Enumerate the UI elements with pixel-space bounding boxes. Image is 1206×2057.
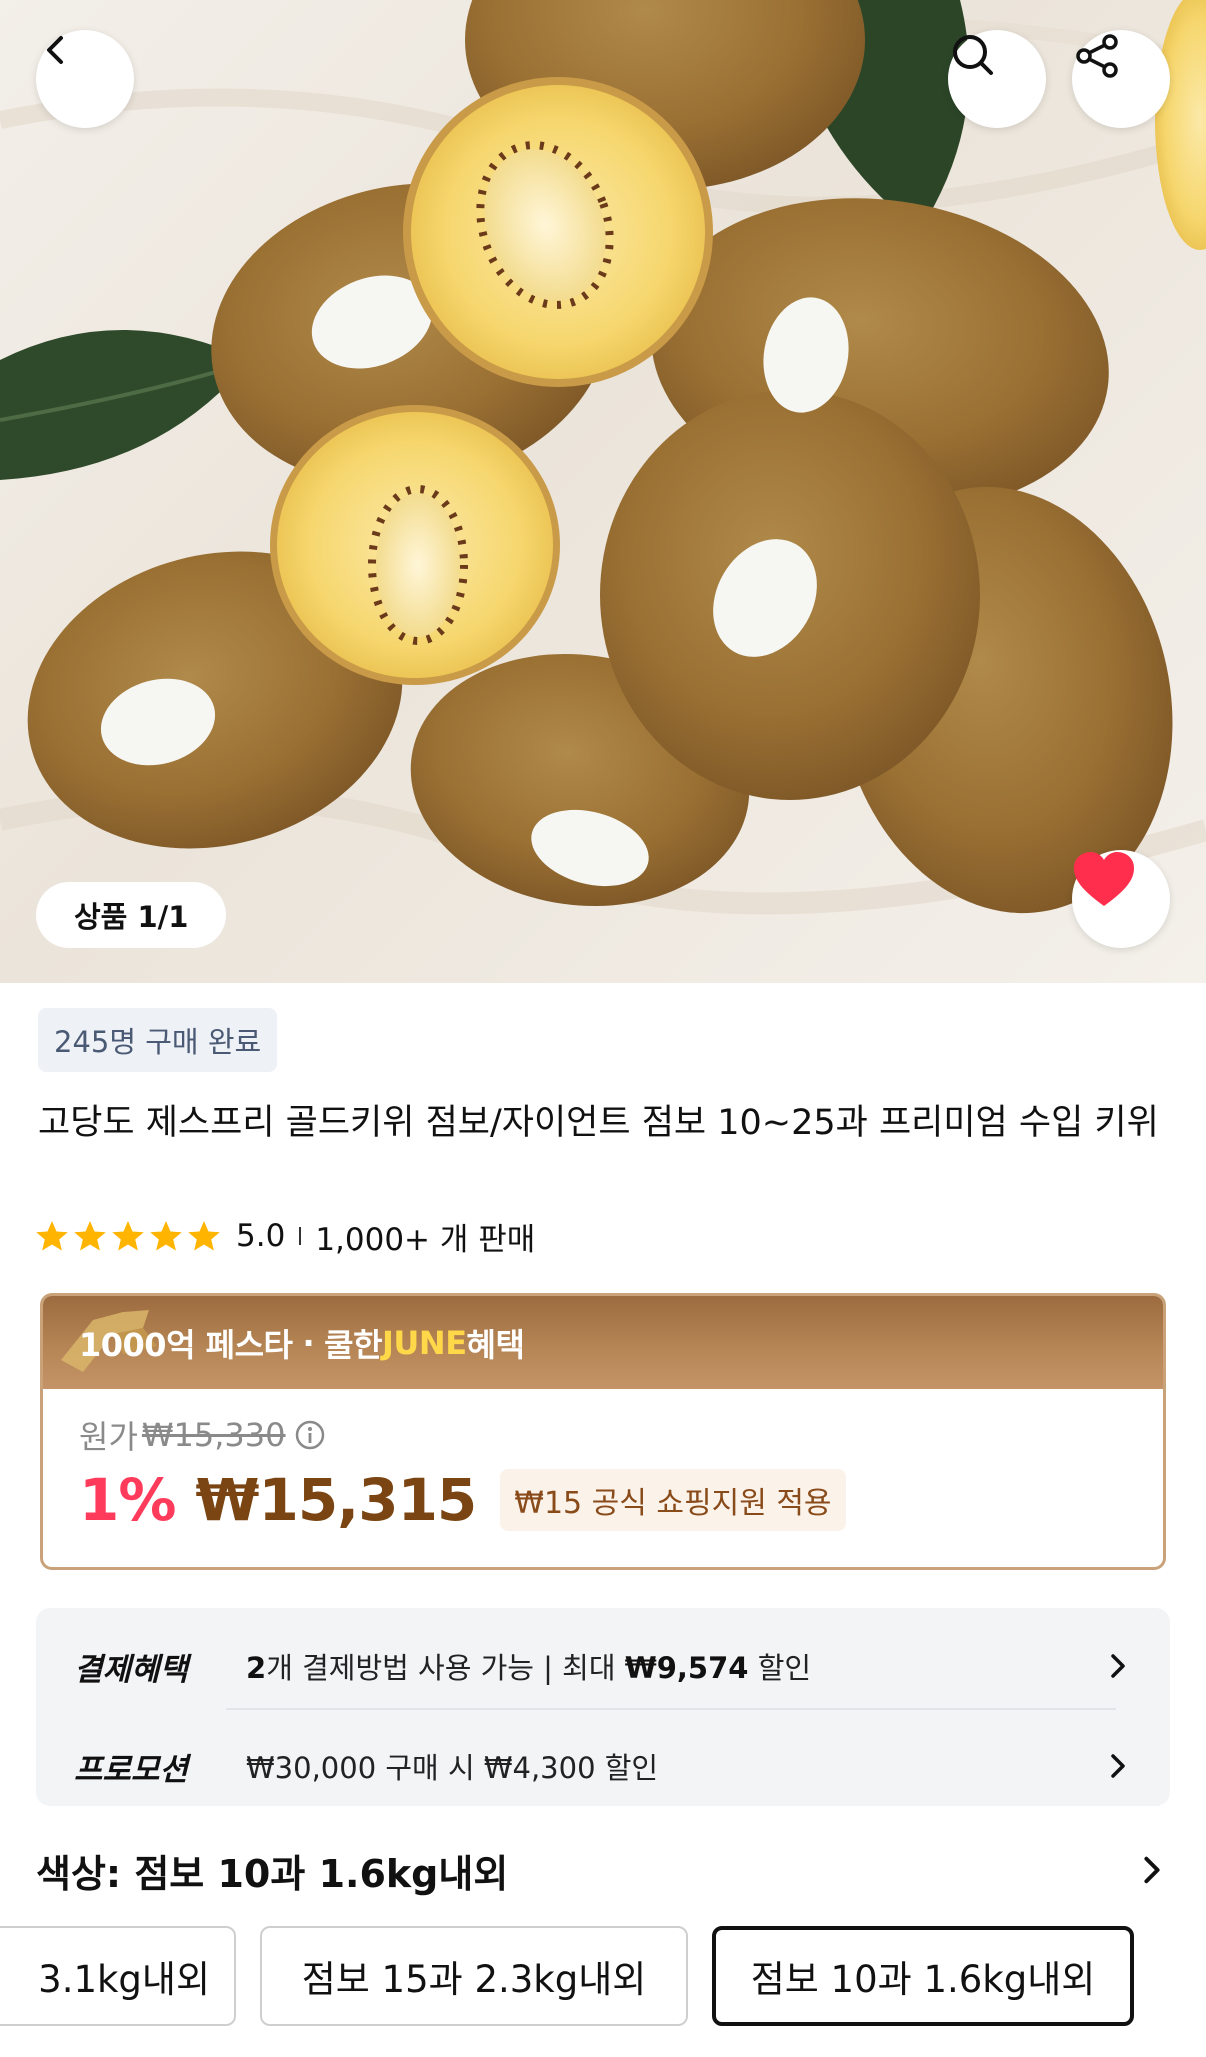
payment-max-discount: ₩9,574 xyxy=(624,1651,749,1685)
final-price-row: 1% ₩15,315 ₩15 공식 쇼핑지원 적용 xyxy=(79,1462,846,1538)
chevron-left-icon xyxy=(47,36,63,64)
rating-divider xyxy=(299,1227,302,1245)
sales-count: 1,000+ 개 판매 xyxy=(315,1221,536,1258)
chevron-right-icon xyxy=(1144,1856,1160,1884)
chevron-right-icon xyxy=(1111,1754,1125,1778)
benefits-card: 결제혜택 2개 결제방법 사용 가능 | 최대 ₩9,574 할인 프로모션 ₩… xyxy=(36,1608,1170,1806)
promo-text: 1000억 페스타 · 쿨한 JUNE 혜택 xyxy=(79,1296,525,1389)
search-button[interactable] xyxy=(948,30,1046,128)
share-icon xyxy=(1076,34,1118,78)
option-selector-header[interactable]: 색상: 점보 10과 1.6kg내외 xyxy=(36,1840,1170,1900)
payment-method-count: 2 xyxy=(246,1651,267,1685)
promotion-text: ₩30,000 구매 시 ₩4,300 할인 xyxy=(246,1751,659,1785)
heart-icon xyxy=(1074,852,1134,906)
price-box: 1000억 페스타 · 쿨한 JUNE 혜택 원가 ₩15,330 1% ₩15… xyxy=(40,1293,1166,1570)
promo-benefit-label: 혜택 xyxy=(466,1325,525,1364)
purchase-count-badge: 245명 구매 완료 xyxy=(38,1008,278,1072)
original-price-label: 원가 xyxy=(79,1418,138,1456)
option-chip[interactable]: 3.1kg내외 xyxy=(0,1926,236,2026)
option-title: 색상: 점보 10과 1.6kg내외 xyxy=(36,1851,509,1896)
promo-separator: · xyxy=(302,1323,315,1362)
original-price: ₩15,330 xyxy=(141,1416,286,1454)
promo-festa-label: 1000억 페스타 xyxy=(79,1325,293,1364)
option-chip[interactable]: 점보 15과 2.3kg내외 xyxy=(260,1926,688,2026)
favorite-button[interactable] xyxy=(1072,850,1170,948)
option-chip-selected[interactable]: 점보 10과 1.6kg내외 xyxy=(712,1926,1134,2026)
benefits-divider xyxy=(226,1708,1116,1710)
product-title: 고당도 제스프리 골드키위 점보/자이언트 점보 10~25과 프리미엄 수입 … xyxy=(38,1103,1159,1143)
share-button[interactable] xyxy=(1072,30,1170,128)
promo-june-label: JUNE xyxy=(382,1323,467,1362)
search-icon xyxy=(953,35,993,75)
image-counter: 상품 1/1 xyxy=(36,882,227,948)
star-icon xyxy=(188,1221,220,1251)
payment-benefit-label: 결제혜택 xyxy=(74,1651,189,1688)
product-image xyxy=(0,0,1206,915)
promo-cool-label: 쿨한 xyxy=(324,1325,383,1364)
payment-benefit-suffix: 할인 xyxy=(757,1651,812,1685)
info-icon[interactable] xyxy=(294,1419,326,1451)
chevron-right-icon xyxy=(1111,1654,1125,1678)
payment-benefit-text: 2개 결제방법 사용 가능 | 최대 ₩9,574 할인 xyxy=(246,1645,1134,1687)
rating-value: 5.0 xyxy=(236,1218,286,1254)
final-price: ₩15,315 xyxy=(195,1466,477,1534)
rating-row[interactable]: 5.0 1,000+ 개 판매 xyxy=(34,1215,536,1258)
promotion-label: 프로모션 xyxy=(74,1751,189,1788)
promotion-row[interactable]: 프로모션 ₩30,000 구매 시 ₩4,300 할인 xyxy=(74,1726,1134,1806)
product-image-gallery[interactable]: 상품 1/1 xyxy=(0,0,1206,983)
promo-banner: 1000억 페스타 · 쿨한 JUNE 혜택 xyxy=(43,1296,1163,1389)
payment-benefit-desc: 개 결제방법 사용 가능 | 최대 xyxy=(266,1651,616,1685)
payment-benefit-row[interactable]: 결제혜택 2개 결제방법 사용 가능 | 최대 ₩9,574 할인 xyxy=(74,1626,1134,1706)
shopping-support-chip: ₩15 공식 쇼핑지원 적용 xyxy=(500,1469,846,1531)
original-price-row: 원가 ₩15,330 xyxy=(79,1412,326,1458)
option-chips: 3.1kg내외 점보 15과 2.3kg내외 점보 10과 1.6kg내외 xyxy=(0,1926,1206,2030)
star-icon xyxy=(36,1221,68,1251)
discount-rate: 1% xyxy=(79,1466,176,1534)
star-rating xyxy=(34,1218,222,1254)
star-icon xyxy=(150,1221,182,1251)
star-icon xyxy=(74,1221,106,1251)
back-button[interactable] xyxy=(36,30,134,128)
star-icon xyxy=(112,1221,144,1251)
